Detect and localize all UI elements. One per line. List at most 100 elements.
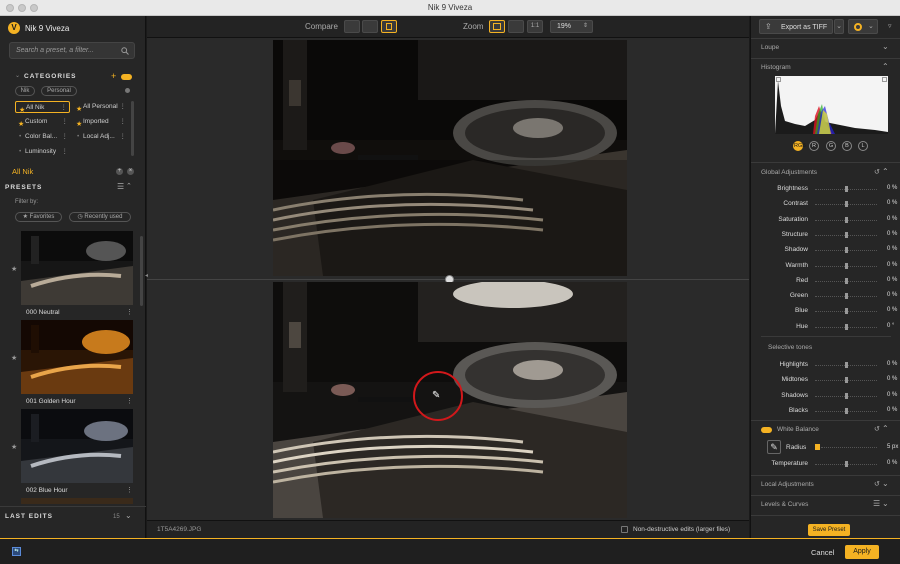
preset-more-icon[interactable]: ⋮ — [126, 486, 133, 494]
expand-levels-icon[interactable]: ⌄ — [882, 499, 889, 508]
more-icon[interactable]: ⋮ — [120, 131, 127, 143]
preset-thumbnail-blue-hour[interactable] — [21, 409, 133, 483]
collapse-presets-icon[interactable]: ⌃ — [126, 182, 132, 190]
channel-b-button[interactable]: B — [842, 141, 852, 151]
slider-knob[interactable] — [845, 377, 848, 384]
filter-nik-pill[interactable]: Nik — [15, 86, 35, 96]
preset-more-icon[interactable]: ⋮ — [126, 308, 133, 316]
channel-r-button[interactable]: R — [809, 141, 819, 151]
temperature-slider[interactable]: Temperature 0 % — [751, 458, 900, 472]
remove-preset-icon[interactable]: × — [127, 168, 134, 175]
before-after-icon[interactable]: ⇆ — [12, 547, 21, 556]
categories-scrollbar[interactable] — [131, 101, 134, 156]
search-input[interactable]: Search a preset, a filter... — [9, 42, 135, 59]
more-icon[interactable]: ⋮ — [62, 116, 69, 128]
tone-slider-highlights[interactable]: Highlights 0 % — [751, 359, 900, 373]
global-slider-brightness[interactable]: Brightness 0 % — [751, 183, 900, 197]
compare-single-icon[interactable] — [344, 20, 360, 33]
favorite-star-icon[interactable]: ★ — [11, 354, 17, 362]
global-slider-contrast[interactable]: Contrast 0 % — [751, 198, 900, 212]
channel-l-button[interactable]: L — [858, 141, 868, 151]
zoom-1to1-button[interactable]: 1:1 — [527, 20, 543, 33]
cancel-button[interactable]: Cancel — [811, 548, 834, 557]
slider-knob[interactable] — [845, 293, 848, 300]
global-slider-warmth[interactable]: Warmth 0 % — [751, 260, 900, 274]
export-button[interactable]: ⇪ Export as TIFF — [759, 19, 833, 34]
expand-loupe-icon[interactable]: ⌄ — [882, 42, 889, 51]
category-luminosity[interactable]: • Luminosity ⋮ — [15, 146, 70, 158]
preset-thumbnail-partial[interactable] — [21, 498, 133, 504]
reset-icon[interactable]: ↺ — [874, 425, 880, 433]
export-options-dropdown[interactable]: ⌄ — [834, 19, 844, 34]
reset-icon[interactable]: ↺ — [874, 168, 880, 176]
slider-knob[interactable] — [845, 461, 848, 467]
shadow-clipping-indicator[interactable] — [776, 77, 781, 82]
radius-slider-track[interactable] — [821, 447, 877, 448]
global-slider-saturation[interactable]: Saturation 0 % — [751, 214, 900, 228]
favorites-filter-pill[interactable]: ★ Favorites — [15, 212, 62, 222]
category-local-adjustments[interactable]: • Local Adj... ⋮ — [73, 131, 128, 143]
slider-knob[interactable] — [845, 362, 848, 368]
slider-knob[interactable] — [845, 262, 848, 269]
slider-knob[interactable] — [845, 407, 848, 414]
slider-knob[interactable] — [845, 247, 848, 254]
add-category-icon[interactable]: + — [111, 71, 116, 81]
global-slider-hue[interactable]: Hue 0 ° — [751, 321, 900, 335]
more-icon[interactable]: ⋮ — [120, 116, 127, 128]
panel-menu-icon[interactable]: ▿ — [888, 22, 892, 30]
more-icon[interactable]: ⋮ — [62, 131, 69, 143]
slider-knob[interactable] — [845, 231, 848, 238]
compare-side-by-side-icon[interactable] — [362, 20, 378, 33]
global-slider-structure[interactable]: Structure 0 % — [751, 229, 900, 243]
favorite-star-icon[interactable]: ★ — [11, 265, 17, 273]
recently-used-filter-pill[interactable]: ◷ Recently used — [69, 212, 131, 222]
category-imported[interactable]: ★ Imported ⋮ — [73, 116, 128, 128]
favorite-star-icon[interactable]: ★ — [11, 443, 17, 451]
slider-knob[interactable] — [845, 277, 848, 284]
apply-button[interactable]: Apply — [845, 545, 879, 559]
slider-knob[interactable] — [845, 186, 848, 192]
slider-knob[interactable] — [845, 308, 848, 315]
list-view-icon[interactable]: ☰ — [873, 499, 880, 508]
presets-scrollbar[interactable] — [140, 236, 143, 306]
highlight-clipping-indicator[interactable] — [882, 77, 887, 82]
more-icon[interactable]: ⋮ — [120, 101, 127, 113]
zoom-fill-icon[interactable] — [508, 20, 524, 33]
collapse-global-icon[interactable]: ⌃ — [882, 167, 889, 176]
list-view-icon[interactable]: ☰ — [117, 182, 124, 191]
preset-thumbnail-neutral[interactable] — [21, 231, 133, 305]
slider-knob[interactable] — [845, 323, 848, 330]
categories-toggle[interactable] — [121, 74, 132, 80]
ecosystem-button[interactable]: ⌄ — [848, 19, 878, 34]
collapse-chevron-icon[interactable]: ⌄ — [15, 72, 20, 79]
channel-rgb-button[interactable]: RGB — [793, 141, 806, 151]
radius-slider-knob[interactable] — [815, 444, 820, 450]
tone-slider-shadows[interactable]: Shadows 0 % — [751, 390, 900, 404]
preset-more-icon[interactable]: ⋮ — [126, 397, 133, 405]
zoom-fit-icon[interactable] — [489, 20, 505, 33]
tone-slider-midtones[interactable]: Midtones 0 % — [751, 374, 900, 388]
tone-slider-blacks[interactable]: Blacks 0 % — [751, 405, 900, 419]
eyedropper-button[interactable]: ✎ — [767, 440, 781, 454]
reset-icon[interactable]: ↺ — [874, 480, 880, 488]
zoom-select[interactable]: 19% ⇕ — [550, 20, 593, 33]
global-slider-red[interactable]: Red 0 % — [751, 275, 900, 289]
add-preset-icon[interactable]: + — [116, 168, 123, 175]
expand-last-edits-icon[interactable]: ⌄ — [125, 511, 132, 520]
left-panel-toggle-icon[interactable]: ◂ — [145, 272, 148, 279]
compare-split-vertical-icon[interactable] — [381, 20, 397, 33]
image-canvas[interactable]: ◂ ▸ — [145, 38, 753, 520]
slider-knob[interactable] — [845, 216, 848, 223]
collapse-histogram-icon[interactable]: ⌃ — [882, 62, 889, 71]
global-slider-blue[interactable]: Blue 0 % — [751, 305, 900, 319]
before-image[interactable] — [273, 40, 627, 276]
category-color-balance[interactable]: • Color Bal... ⋮ — [15, 131, 70, 143]
more-icon[interactable]: ⋮ — [61, 102, 68, 114]
expand-local-icon[interactable]: ⌄ — [882, 479, 889, 488]
filter-personal-pill[interactable]: Personal — [41, 86, 77, 96]
slider-knob[interactable] — [845, 201, 848, 208]
category-custom[interactable]: ★ Custom ⋮ — [15, 116, 70, 128]
category-all-personal[interactable]: ★ All Personal ⋮ — [73, 101, 128, 113]
preset-thumbnail-golden-hour[interactable] — [21, 320, 133, 394]
channel-g-button[interactable]: G — [826, 141, 836, 151]
